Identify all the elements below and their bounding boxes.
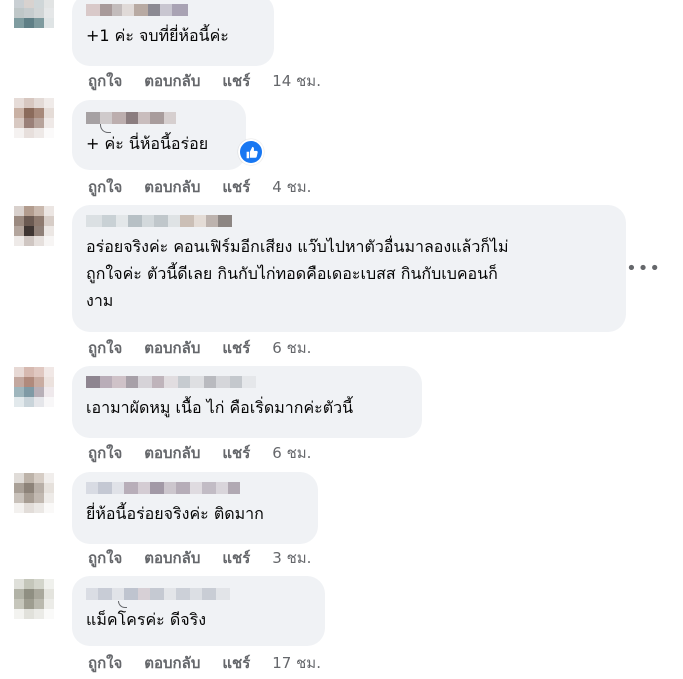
comment-bubble: แม็คโครค่ะ ดีจริง <box>72 576 325 646</box>
avatar[interactable] <box>14 367 54 407</box>
commenter-name-blurred[interactable] <box>86 588 311 600</box>
share-button[interactable]: แชร์ <box>222 651 250 675</box>
comment-actions: ถูกใจ ตอบกลับ แชร์ 6 ชม. <box>88 338 311 358</box>
like-button[interactable]: ถูกใจ <box>88 546 122 570</box>
like-button[interactable]: ถูกใจ <box>88 441 122 465</box>
comment-thread: +1 ค่ะ จบที่ยี่ห้อนี้ค่ะ ถูกใจ ตอบกลับ แ… <box>0 0 683 679</box>
comment-actions: ถูกใจ ตอบกลับ แชร์ 17 ชม. <box>88 653 321 673</box>
commenter-name-blurred[interactable] <box>86 112 232 124</box>
avatar[interactable] <box>14 579 54 619</box>
share-button[interactable]: แชร์ <box>222 441 250 465</box>
avatar[interactable] <box>14 206 54 246</box>
comment-timestamp[interactable]: 14 ชม. <box>272 69 321 93</box>
commenter-name-blurred[interactable] <box>86 4 260 16</box>
comment-actions: ถูกใจ ตอบกลับ แชร์ 3 ชม. <box>88 548 311 568</box>
comment-text: อร่อยจริงค่ะ คอนเฟิร์มอีกเสียง แว๊บไปหาต… <box>86 237 509 310</box>
commenter-name-blurred[interactable] <box>86 215 612 227</box>
more-options-icon[interactable]: ••• <box>626 258 661 279</box>
like-button[interactable]: ถูกใจ <box>88 651 122 675</box>
avatar[interactable] <box>14 473 54 513</box>
reply-button[interactable]: ตอบกลับ <box>144 69 200 93</box>
comment-timestamp[interactable]: 4 ชม. <box>272 175 311 199</box>
reply-button[interactable]: ตอบกลับ <box>144 441 200 465</box>
share-button[interactable]: แชร์ <box>222 336 250 360</box>
commenter-name-blurred[interactable] <box>86 376 408 388</box>
like-button[interactable]: ถูกใจ <box>88 336 122 360</box>
comment-text: ยี่ห้อนี้อร่อยจริงค่ะ ติดมาก <box>86 504 264 523</box>
comment-bubble: + ค่ะ นี่ห้อนี้อร่อย <box>72 100 246 170</box>
comment-text: เอามาผัดหมู เนื้อ ไก่ คือเริ่ดมากค่ะตัวน… <box>86 398 354 417</box>
reply-button[interactable]: ตอบกลับ <box>144 546 200 570</box>
reply-button[interactable]: ตอบกลับ <box>144 336 200 360</box>
comment-text: แม็คโครค่ะ ดีจริง <box>86 610 207 629</box>
reply-button[interactable]: ตอบกลับ <box>144 175 200 199</box>
comment-actions: ถูกใจ ตอบกลับ แชร์ 4 ชม. <box>88 177 311 197</box>
share-button[interactable]: แชร์ <box>222 546 250 570</box>
avatar[interactable] <box>14 98 54 138</box>
share-button[interactable]: แชร์ <box>222 69 250 93</box>
comment-bubble: อร่อยจริงค่ะ คอนเฟิร์มอีกเสียง แว๊บไปหาต… <box>72 205 626 332</box>
comment-timestamp[interactable]: 6 ชม. <box>272 441 311 465</box>
comment-actions: ถูกใจ ตอบกลับ แชร์ 14 ชม. <box>88 71 321 91</box>
like-button[interactable]: ถูกใจ <box>88 175 122 199</box>
commenter-name-blurred[interactable] <box>86 482 304 494</box>
comment-text-content: + ค่ะ นี่ห้อนี้อร่อย <box>86 134 209 153</box>
comment-timestamp[interactable]: 6 ชม. <box>272 336 311 360</box>
comment-actions: ถูกใจ ตอบกลับ แชร์ 6 ชม. <box>88 443 311 463</box>
thumbs-up-icon <box>246 146 258 158</box>
comment-bubble: เอามาผัดหมู เนื้อ ไก่ คือเริ่ดมากค่ะตัวน… <box>72 366 422 438</box>
like-reaction-icon[interactable] <box>238 139 264 165</box>
comment-bubble: +1 ค่ะ จบที่ยี่ห้อนี้ค่ะ <box>72 0 274 66</box>
reply-button[interactable]: ตอบกลับ <box>144 651 200 675</box>
comment-text: +1 ค่ะ จบที่ยี่ห้อนี้ค่ะ <box>86 26 229 45</box>
share-button[interactable]: แชร์ <box>222 175 250 199</box>
comment-text: + ค่ะ นี่ห้อนี้อร่อย <box>86 130 232 157</box>
like-button[interactable]: ถูกใจ <box>88 69 122 93</box>
avatar[interactable] <box>14 0 54 38</box>
comment-bubble: ยี่ห้อนี้อร่อยจริงค่ะ ติดมาก <box>72 472 318 544</box>
comment-timestamp[interactable]: 3 ชม. <box>272 546 311 570</box>
comment-timestamp[interactable]: 17 ชม. <box>272 651 321 675</box>
